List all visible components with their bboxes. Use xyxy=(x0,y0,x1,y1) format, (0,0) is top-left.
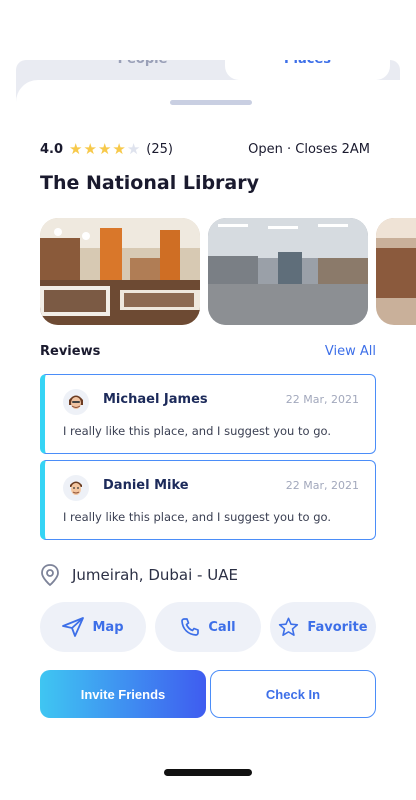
call-label: Call xyxy=(208,619,236,635)
photo-gallery[interactable] xyxy=(40,218,416,325)
invite-friends-button[interactable]: Invite Friends xyxy=(40,670,206,718)
user-avatar-icon xyxy=(65,477,87,499)
reviewer-name: Daniel Mike xyxy=(103,478,189,493)
place-detail-sheet: 4.0 ★ ★ ★ ★ ★ (25) Open · Closes 2AM The… xyxy=(16,80,416,800)
review-date: 22 Mar, 2021 xyxy=(285,479,359,492)
cta-row: Invite Friends Check In xyxy=(40,670,376,718)
library-photo-1[interactable] xyxy=(40,218,200,325)
library-shelves-image xyxy=(376,218,416,325)
review-card[interactable]: Michael James 22 Mar, 2021 I really like… xyxy=(40,374,376,454)
sheet-drag-handle[interactable] xyxy=(170,100,252,105)
view-all-link[interactable]: View All xyxy=(325,344,376,359)
rating-summary: 4.0 ★ ★ ★ ★ ★ (25) xyxy=(40,140,173,158)
tab-people[interactable]: People xyxy=(60,60,225,80)
avatar xyxy=(63,389,89,415)
reviewer-name: Michael James xyxy=(103,392,208,407)
review-count: (25) xyxy=(146,141,173,157)
map-label: Map xyxy=(92,619,124,635)
library-interior-image xyxy=(40,218,200,325)
star-icon: ★ xyxy=(112,140,126,158)
library-photo-3[interactable] xyxy=(376,218,416,325)
location-text: Jumeirah, Dubai - UAE xyxy=(72,566,238,584)
place-meta-row: 4.0 ★ ★ ★ ★ ★ (25) Open · Closes 2AM xyxy=(40,140,370,158)
rating-stars: ★ ★ ★ ★ ★ xyxy=(69,140,140,158)
check-in-button[interactable]: Check In xyxy=(210,670,376,718)
library-photo-2[interactable] xyxy=(208,218,368,325)
star-empty-icon: ★ xyxy=(126,140,141,158)
user-avatar-icon xyxy=(65,391,87,413)
favorite-label: Favorite xyxy=(307,619,368,635)
home-indicator xyxy=(164,769,252,776)
favorite-button[interactable]: Favorite xyxy=(270,602,376,652)
segment-control: People Places xyxy=(60,60,390,80)
opening-hours: Open · Closes 2AM xyxy=(248,141,370,157)
star-icon: ★ xyxy=(97,140,112,158)
star-icon: ★ xyxy=(83,140,97,158)
star-icon: ★ xyxy=(69,140,83,158)
rating-value: 4.0 xyxy=(40,141,64,157)
review-card[interactable]: Daniel Mike 22 Mar, 2021 I really like t… xyxy=(40,460,376,540)
call-button[interactable]: Call xyxy=(155,602,261,652)
library-hall-image xyxy=(208,218,368,325)
review-text: I really like this place, and I suggest … xyxy=(63,510,331,524)
map-button[interactable]: Map xyxy=(40,602,146,652)
star-icon xyxy=(279,617,299,636)
reviews-label: Reviews xyxy=(40,344,101,359)
tab-places[interactable]: Places xyxy=(225,60,390,80)
place-title: The National Library xyxy=(40,172,260,194)
phone-icon xyxy=(181,618,200,636)
send-arrow-icon xyxy=(62,617,85,637)
reviews-header: Reviews View All xyxy=(40,344,376,359)
action-buttons: Map Call Favorite xyxy=(40,602,376,652)
location-row: Jumeirah, Dubai - UAE xyxy=(40,564,238,586)
location-pin-icon xyxy=(41,564,59,586)
review-text: I really like this place, and I suggest … xyxy=(63,424,331,438)
avatar xyxy=(63,475,89,501)
review-date: 22 Mar, 2021 xyxy=(285,393,359,406)
